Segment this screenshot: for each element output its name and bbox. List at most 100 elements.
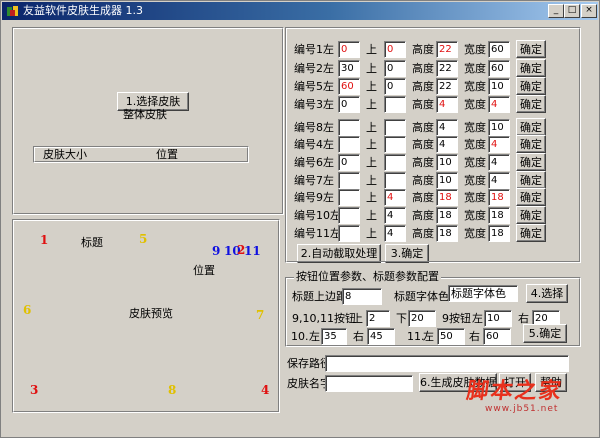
left-field[interactable]: [338, 225, 360, 242]
top-field[interactable]: 0: [384, 78, 406, 95]
geometry-row: 编号4左上高度 4 宽度 4 确定: [286, 135, 580, 154]
row-confirm-button[interactable]: 确定: [516, 153, 546, 171]
row-confirm-button[interactable]: 确定: [516, 40, 546, 58]
row-confirm-button[interactable]: 确定: [516, 188, 546, 206]
height-field[interactable]: 22: [436, 41, 458, 58]
row-confirm-button[interactable]: 确定: [516, 118, 546, 136]
left-field[interactable]: 0: [338, 96, 360, 113]
top-label: 上: [366, 138, 377, 151]
height-field[interactable]: 4: [436, 136, 458, 153]
btn9-left-field[interactable]: 10: [484, 310, 512, 327]
btn10-label: 10.: [291, 330, 309, 343]
marker-1: 1: [40, 233, 49, 247]
row-confirm-button[interactable]: 确定: [516, 95, 546, 113]
confirm-step3-button[interactable]: 3.确定: [385, 244, 429, 263]
btn91011-top-field[interactable]: 2: [366, 310, 390, 327]
top-label: 上: [366, 174, 377, 187]
row-confirm-button[interactable]: 确定: [516, 171, 546, 189]
top-field[interactable]: 0: [384, 41, 406, 58]
top-field[interactable]: 4: [384, 225, 406, 242]
row-confirm-button[interactable]: 确定: [516, 224, 546, 242]
button-geometry-panel: 编号1左 0 上 0 高度 22 宽度 60 确定 编号2左 30 上 0 高度 22 宽度 60 确定 编号5左 6…: [285, 27, 581, 263]
btn91011-bottom-field[interactable]: 20: [408, 310, 436, 327]
left-field[interactable]: [338, 136, 360, 153]
width-field[interactable]: 60: [488, 60, 510, 77]
top-field[interactable]: [384, 96, 406, 113]
maximize-icon: □: [567, 5, 577, 15]
preview-title-label: 标题: [81, 236, 103, 249]
row-label: 编号10左: [294, 209, 341, 223]
width-field[interactable]: 60: [488, 41, 510, 58]
top-field[interactable]: 4: [384, 189, 406, 206]
btn10-right-field[interactable]: 45: [367, 328, 395, 345]
auto-capture-button[interactable]: 2.自动截取处理: [297, 244, 381, 263]
width-field[interactable]: 4: [488, 136, 510, 153]
height-label: 高度: [412, 98, 434, 111]
height-field[interactable]: 4: [436, 96, 458, 113]
left-field[interactable]: [338, 172, 360, 189]
skin-name-field[interactable]: [325, 375, 413, 392]
btn10-left-field[interactable]: 35: [321, 328, 347, 345]
height-field[interactable]: 10: [436, 172, 458, 189]
row-confirm-button[interactable]: 确定: [516, 77, 546, 95]
row-confirm-button[interactable]: 确定: [516, 59, 546, 77]
top-field[interactable]: 0: [384, 60, 406, 77]
top-label: 上: [366, 121, 377, 134]
title-top-field[interactable]: 8: [342, 288, 382, 305]
geometry-row: 编号6左 0 上高度 10 宽度 4 确定: [286, 153, 580, 172]
width-field[interactable]: 4: [488, 172, 510, 189]
width-field[interactable]: 4: [488, 154, 510, 171]
left-field[interactable]: 0: [338, 41, 360, 58]
height-field[interactable]: 18: [436, 207, 458, 224]
btn9-left-label: 左: [472, 312, 483, 325]
watermark: 脚本之家 www.jb51.net: [465, 373, 597, 431]
marker-11: 11: [244, 244, 261, 258]
left-field[interactable]: 0: [338, 154, 360, 171]
height-field[interactable]: 18: [436, 189, 458, 206]
save-path-field[interactable]: [325, 355, 569, 372]
height-field[interactable]: 22: [436, 60, 458, 77]
width-field[interactable]: 18: [488, 207, 510, 224]
row-left-suffix: 左: [323, 191, 334, 204]
confirm-step5-button[interactable]: 5.确定: [523, 324, 567, 343]
top-field[interactable]: 4: [384, 207, 406, 224]
width-field[interactable]: 10: [488, 119, 510, 136]
row-confirm-button[interactable]: 确定: [516, 135, 546, 153]
top-field[interactable]: [384, 154, 406, 171]
maximize-button[interactable]: □: [564, 4, 580, 18]
skin-preview-label: 皮肤预览: [129, 307, 173, 320]
btn11-right-field[interactable]: 60: [483, 328, 511, 345]
minimize-button[interactable]: _: [548, 4, 564, 18]
left-field[interactable]: [338, 189, 360, 206]
width-label: 宽度: [464, 191, 486, 204]
height-field[interactable]: 10: [436, 154, 458, 171]
left-field[interactable]: [338, 207, 360, 224]
left-field[interactable]: [338, 119, 360, 136]
width-field[interactable]: 10: [488, 78, 510, 95]
left-field[interactable]: 30: [338, 60, 360, 77]
row-label: 编号5左: [294, 80, 334, 94]
btn10-left-label: 左: [309, 330, 320, 343]
width-field[interactable]: 18: [488, 225, 510, 242]
height-field[interactable]: 18: [436, 225, 458, 242]
width-label: 宽度: [464, 209, 486, 222]
btn11-left-field[interactable]: 50: [437, 328, 465, 345]
row-left-suffix: 左: [323, 98, 334, 111]
top-field[interactable]: [384, 172, 406, 189]
height-field[interactable]: 4: [436, 119, 458, 136]
btn91011-label: 9,10,11按钮: [292, 312, 356, 325]
width-field[interactable]: 4: [488, 96, 510, 113]
skin-preview-panel: 1 标题 5 9 10 2 11 位置 6 皮肤预览 7 3 8 4: [12, 219, 280, 413]
skin-position-label: 位置: [156, 148, 178, 161]
row-confirm-button[interactable]: 确定: [516, 206, 546, 224]
top-field[interactable]: [384, 119, 406, 136]
left-field[interactable]: 60: [338, 78, 360, 95]
top-field[interactable]: [384, 136, 406, 153]
width-field[interactable]: 18: [488, 189, 510, 206]
close-button[interactable]: ×: [581, 4, 597, 18]
title-bar[interactable]: 友益软件皮肤生成器 1.3 _ □ ×: [2, 2, 598, 20]
choose-color-button[interactable]: 4.选择: [526, 284, 568, 303]
row-number: 编号1: [294, 43, 323, 56]
height-field[interactable]: 22: [436, 78, 458, 95]
font-color-field[interactable]: 标题字体色: [448, 285, 518, 302]
